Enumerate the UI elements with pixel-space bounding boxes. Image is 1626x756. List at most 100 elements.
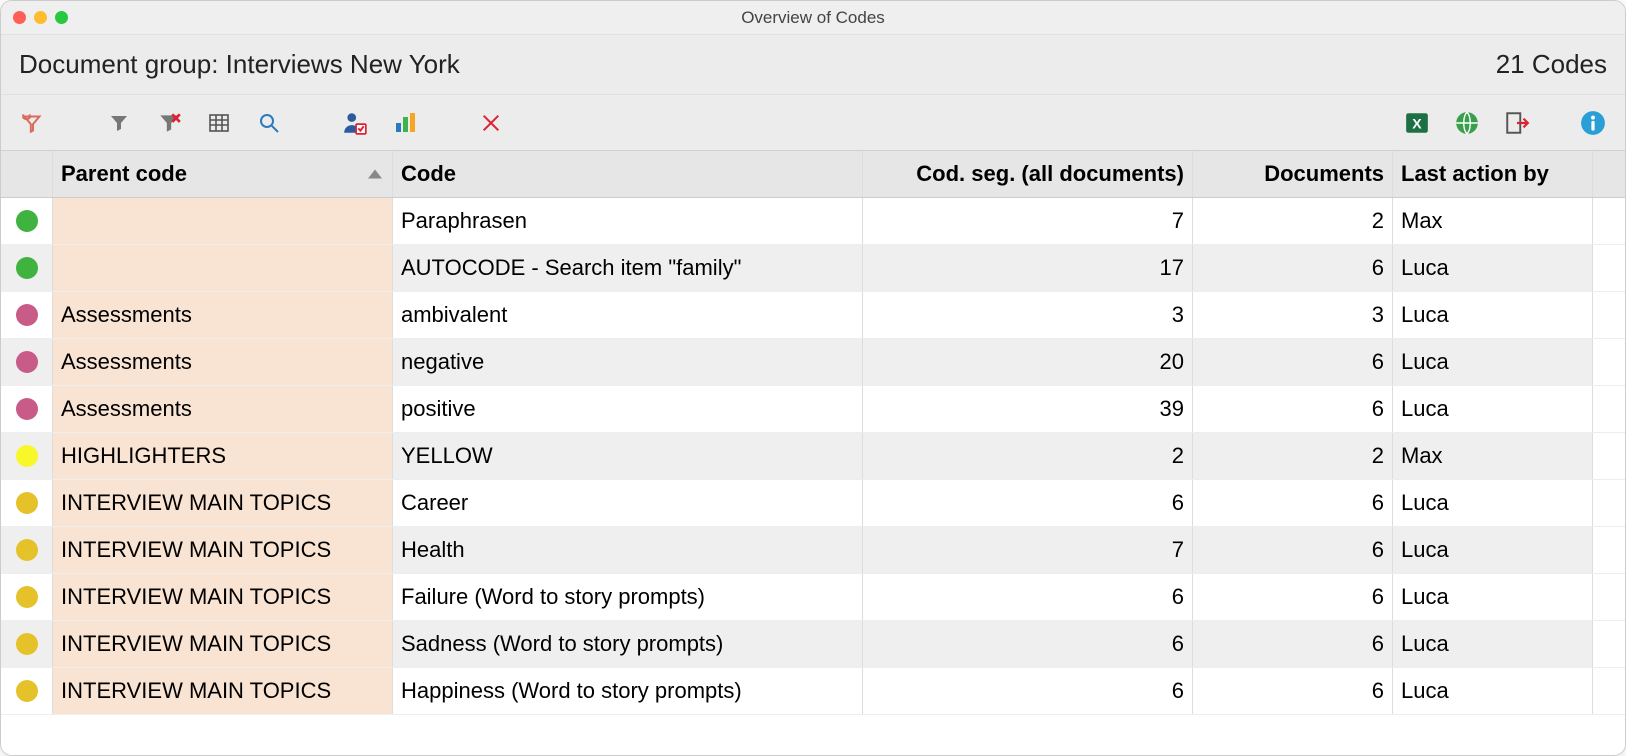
table-row[interactable]: Assessmentsambivalent33Luca <box>1 292 1625 339</box>
cell-docs: 6 <box>1193 386 1393 432</box>
cell-code: positive <box>393 386 863 432</box>
table-body: Paraphrasen72MaxAUTOCODE - Search item "… <box>1 198 1625 715</box>
cell-code: ambivalent <box>393 292 863 338</box>
cell-last: Luca <box>1393 245 1593 291</box>
toolbar-left <box>15 105 509 141</box>
cell-parent <box>53 245 393 291</box>
cell-docs: 3 <box>1193 292 1393 338</box>
col-seg-label: Cod. seg. (all documents) <box>916 161 1184 187</box>
funnel-activate-icon[interactable] <box>15 105 51 141</box>
cell-docs: 6 <box>1193 245 1393 291</box>
cell-parent: Assessments <box>53 292 393 338</box>
cell-last: Luca <box>1393 339 1593 385</box>
col-docs[interactable]: Documents <box>1193 151 1393 197</box>
col-color[interactable] <box>1 151 53 197</box>
cell-color <box>1 574 53 620</box>
sort-ascending-icon <box>368 170 382 179</box>
table-row[interactable]: INTERVIEW MAIN TOPICSCareer66Luca <box>1 480 1625 527</box>
delete-icon[interactable] <box>473 105 509 141</box>
toolbar-right: X <box>1399 105 1611 141</box>
table-row[interactable]: HIGHLIGHTERSYELLOW22Max <box>1 433 1625 480</box>
color-dot-icon <box>16 398 38 420</box>
filter-icon[interactable] <box>101 105 137 141</box>
cell-last: Luca <box>1393 292 1593 338</box>
cell-parent: INTERVIEW MAIN TOPICS <box>53 527 393 573</box>
col-last[interactable]: Last action by <box>1393 151 1593 197</box>
subheader: Document group: Interviews New York 21 C… <box>1 35 1625 95</box>
cell-last: Luca <box>1393 386 1593 432</box>
toolbar: X <box>1 95 1625 151</box>
cell-seg: 20 <box>863 339 1193 385</box>
cell-seg: 7 <box>863 527 1193 573</box>
cell-docs: 6 <box>1193 574 1393 620</box>
table-row[interactable]: INTERVIEW MAIN TOPICSHappiness (Word to … <box>1 668 1625 715</box>
cell-last: Luca <box>1393 621 1593 667</box>
cell-code: AUTOCODE - Search item "family" <box>393 245 863 291</box>
cell-seg: 2 <box>863 433 1193 479</box>
table-row[interactable]: INTERVIEW MAIN TOPICSHealth76Luca <box>1 527 1625 574</box>
table-row[interactable]: Assessmentsnegative206Luca <box>1 339 1625 386</box>
cell-color <box>1 668 53 714</box>
user-check-icon[interactable] <box>337 105 373 141</box>
codes-table: Parent code Code Cod. seg. (all document… <box>1 151 1625 755</box>
table-row[interactable]: Paraphrasen72Max <box>1 198 1625 245</box>
cell-seg: 6 <box>863 621 1193 667</box>
filter-clear-icon[interactable] <box>151 105 187 141</box>
cell-code: Paraphrasen <box>393 198 863 244</box>
col-code[interactable]: Code <box>393 151 863 197</box>
export-excel-icon[interactable]: X <box>1399 105 1435 141</box>
cell-docs: 6 <box>1193 668 1393 714</box>
cell-seg: 7 <box>863 198 1193 244</box>
cell-last: Luca <box>1393 480 1593 526</box>
table-header: Parent code Code Cod. seg. (all document… <box>1 151 1625 198</box>
cell-parent: HIGHLIGHTERS <box>53 433 393 479</box>
cell-last: Max <box>1393 198 1593 244</box>
cell-code: Health <box>393 527 863 573</box>
cell-parent <box>53 198 393 244</box>
cell-parent: INTERVIEW MAIN TOPICS <box>53 621 393 667</box>
cell-color <box>1 292 53 338</box>
table-row[interactable]: Assessmentspositive396Luca <box>1 386 1625 433</box>
search-icon[interactable] <box>251 105 287 141</box>
table-row[interactable]: INTERVIEW MAIN TOPICSFailure (Word to st… <box>1 574 1625 621</box>
table-row[interactable]: AUTOCODE - Search item "family"176Luca <box>1 245 1625 292</box>
bar-chart-icon[interactable] <box>387 105 423 141</box>
cell-seg: 39 <box>863 386 1193 432</box>
cell-parent: INTERVIEW MAIN TOPICS <box>53 668 393 714</box>
color-dot-icon <box>16 633 38 655</box>
cell-docs: 6 <box>1193 621 1393 667</box>
cell-docs: 2 <box>1193 198 1393 244</box>
columns-icon[interactable] <box>201 105 237 141</box>
cell-color <box>1 433 53 479</box>
color-dot-icon <box>16 304 38 326</box>
color-dot-icon <box>16 492 38 514</box>
svg-text:X: X <box>1412 115 1422 131</box>
cell-last: Luca <box>1393 668 1593 714</box>
cell-code: Happiness (Word to story prompts) <box>393 668 863 714</box>
cell-parent: Assessments <box>53 339 393 385</box>
color-dot-icon <box>16 680 38 702</box>
info-icon[interactable] <box>1575 105 1611 141</box>
cell-parent: Assessments <box>53 386 393 432</box>
cell-code: Sadness (Word to story prompts) <box>393 621 863 667</box>
col-parent[interactable]: Parent code <box>53 151 393 197</box>
cell-last: Max <box>1393 433 1593 479</box>
cell-color <box>1 339 53 385</box>
cell-code: negative <box>393 339 863 385</box>
col-seg[interactable]: Cod. seg. (all documents) <box>863 151 1193 197</box>
export-web-icon[interactable] <box>1449 105 1485 141</box>
table-row[interactable]: INTERVIEW MAIN TOPICSSadness (Word to st… <box>1 621 1625 668</box>
cell-seg: 6 <box>863 480 1193 526</box>
cell-color <box>1 527 53 573</box>
cell-seg: 6 <box>863 668 1193 714</box>
cell-last: Luca <box>1393 527 1593 573</box>
cell-parent: INTERVIEW MAIN TOPICS <box>53 574 393 620</box>
code-count-label: 21 Codes <box>1496 49 1607 80</box>
export-out-icon[interactable] <box>1499 105 1535 141</box>
cell-color <box>1 480 53 526</box>
color-dot-icon <box>16 539 38 561</box>
color-dot-icon <box>16 445 38 467</box>
cell-code: Failure (Word to story prompts) <box>393 574 863 620</box>
cell-seg: 6 <box>863 574 1193 620</box>
cell-color <box>1 621 53 667</box>
